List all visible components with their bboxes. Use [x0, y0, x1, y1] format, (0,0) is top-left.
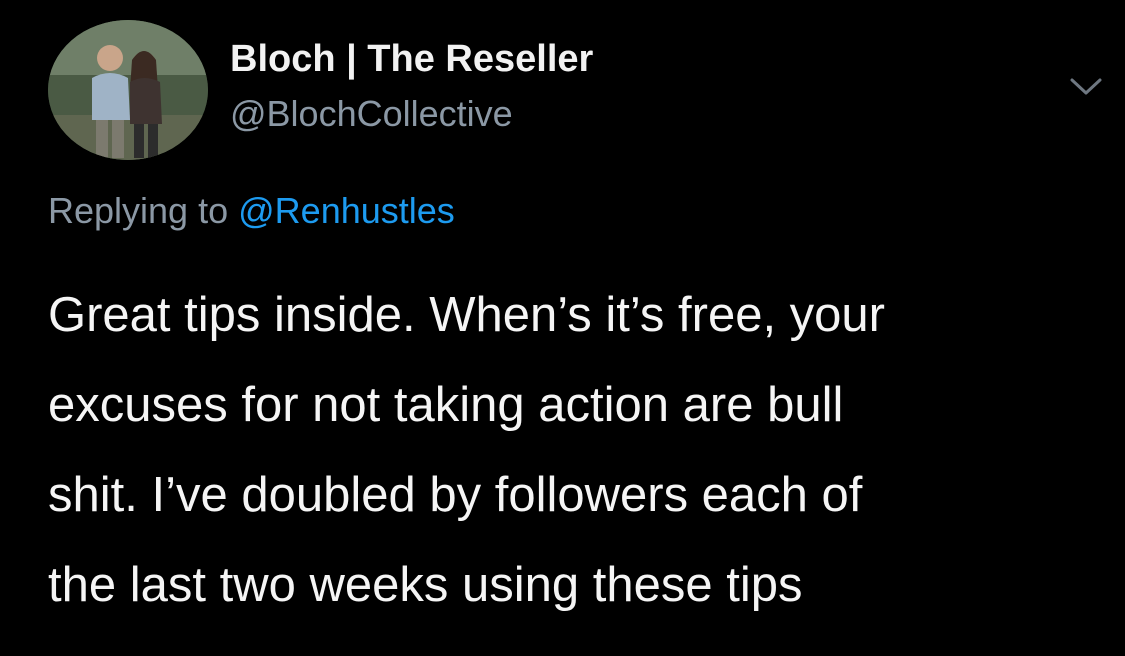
profile-photo-icon — [48, 20, 208, 160]
tweet-card: Bloch | The Reseller @BlochCollective Re… — [0, 0, 1125, 656]
chevron-down-icon — [1070, 78, 1102, 95]
tweet-text-line: excuses for not taking action are bull — [48, 378, 844, 432]
reply-mention-link[interactable]: @Renhustles — [238, 190, 455, 231]
replying-to: Replying to @Renhustles — [48, 190, 455, 232]
author-display-name[interactable]: Bloch | The Reseller — [230, 38, 593, 81]
tweet-text-line: the last two weeks using these tips — [48, 558, 803, 612]
avatar[interactable] — [48, 20, 208, 160]
tweet-text: Great tips inside. When’s it’s free, you… — [48, 270, 1098, 630]
tweet-text-line: Great tips inside. When’s it’s free, you… — [48, 288, 885, 342]
tweet-text-line: shit. I’ve doubled by followers each of — [48, 468, 863, 522]
author-handle[interactable]: @BlochCollective — [230, 93, 513, 135]
tweet-menu-button[interactable] — [1066, 72, 1106, 100]
replying-to-label: Replying to — [48, 190, 229, 231]
